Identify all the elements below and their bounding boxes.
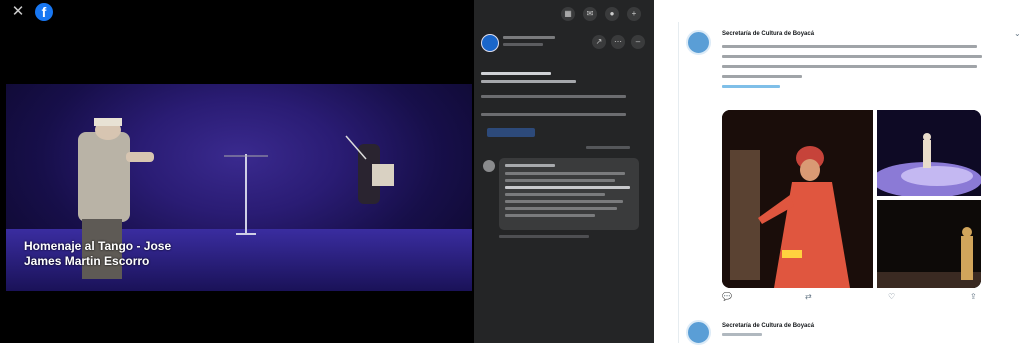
- facebook-logo-icon[interactable]: f: [35, 3, 53, 21]
- commenter-avatar[interactable]: [483, 160, 495, 172]
- tweet-link[interactable]: [722, 85, 780, 88]
- post-subtitle: [481, 80, 576, 83]
- post-title: [481, 72, 551, 75]
- comment-actions[interactable]: [499, 235, 589, 238]
- comment-line: [505, 193, 605, 196]
- performer-stage-illustration: [877, 200, 981, 288]
- comment-line: [505, 179, 615, 182]
- close-icon[interactable]: ✕: [10, 4, 26, 20]
- messenger-icon[interactable]: ✉: [583, 7, 597, 21]
- account-name-next-tweet[interactable]: Secretaría de Cultura de Boyacá: [722, 323, 814, 329]
- page-avatar[interactable]: [481, 34, 499, 52]
- plus-icon[interactable]: +: [627, 7, 641, 21]
- reactions-bar[interactable]: [481, 95, 626, 98]
- comment-line: [505, 186, 630, 189]
- chevron-down-icon[interactable]: ⌄: [1014, 29, 1021, 38]
- more-icon[interactable]: ⋯: [611, 35, 625, 49]
- commenter-name[interactable]: [505, 164, 555, 167]
- tweet-image-bottom-right[interactable]: [877, 200, 981, 288]
- share-icon[interactable]: ↗: [592, 35, 606, 49]
- comments-filter[interactable]: [586, 146, 630, 149]
- reply-icon[interactable]: 💬: [722, 292, 732, 301]
- tweet-image-top-right[interactable]: [877, 110, 981, 196]
- comment-line: [505, 214, 595, 217]
- photo-caption-line1: Homenaje al Tango - Jose: [24, 239, 172, 253]
- account-avatar-next-tweet[interactable]: [686, 320, 711, 345]
- performer-red-dress-illustration: [722, 110, 873, 288]
- post-meta: [503, 43, 543, 46]
- stage-haze-illustration: [877, 110, 981, 196]
- stage-photo: Homenaje al Tango - Jose James Martin Es…: [6, 84, 472, 291]
- comment-line: [505, 200, 623, 203]
- actions-bar[interactable]: [481, 113, 626, 116]
- share-button[interactable]: [487, 128, 535, 137]
- comment-bubble: [499, 158, 639, 230]
- account-name[interactable]: Secretaría de Cultura de Boyacá: [722, 31, 814, 37]
- photo-caption-line2: James Martin Escorro: [24, 254, 150, 268]
- comment-line: [505, 207, 617, 210]
- bell-icon[interactable]: ●: [605, 7, 619, 21]
- account-avatar[interactable]: [686, 30, 711, 55]
- tweet-text-line: [722, 65, 977, 68]
- tweet-image-main[interactable]: [722, 110, 873, 288]
- like-icon[interactable]: ♡: [888, 292, 895, 301]
- grid-icon[interactable]: ▦: [561, 7, 575, 21]
- collapse-icon[interactable]: –: [631, 35, 645, 49]
- account-handle-next-tweet[interactable]: [722, 333, 762, 336]
- retweet-icon[interactable]: ⇄: [805, 292, 812, 301]
- page-name[interactable]: [503, 36, 555, 39]
- tweet-text-line: [722, 75, 802, 78]
- share-icon[interactable]: ⇪: [970, 292, 977, 301]
- comment-line: [505, 172, 625, 175]
- tweet-text-line: [722, 45, 977, 48]
- tweet-text-line: [722, 55, 982, 58]
